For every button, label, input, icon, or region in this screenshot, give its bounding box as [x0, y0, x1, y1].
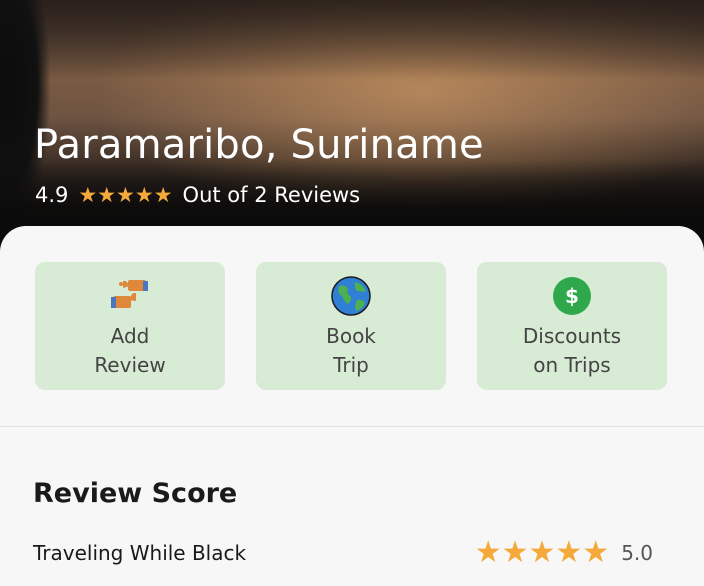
- book-trip-line1: Book: [326, 324, 376, 348]
- score-category-label: Traveling While Black: [33, 541, 247, 565]
- section-divider: [0, 426, 704, 427]
- hero-banner: Paramaribo, Suriname 4.9 ★★★★★ Out of 2 …: [0, 0, 704, 260]
- review-score-row: Traveling While Black ★★★★★ 5.0: [33, 538, 653, 568]
- review-score-title: Review Score: [33, 478, 238, 509]
- thumbs-icon: [110, 276, 150, 316]
- discounts-line2: on Trips: [533, 353, 611, 377]
- book-trip-button[interactable]: Book Trip: [256, 262, 446, 390]
- discounts-button[interactable]: $ Discounts on Trips: [477, 262, 667, 390]
- svg-text:$: $: [565, 284, 579, 308]
- reviews-count: Out of 2 Reviews: [182, 183, 361, 207]
- globe-icon: [331, 276, 371, 316]
- destination-rating: 4.9 ★★★★★ Out of 2 Reviews: [35, 183, 360, 207]
- add-review-line1: Add: [110, 324, 150, 348]
- destination-title: Paramaribo, Suriname: [34, 122, 484, 168]
- add-review-button[interactable]: Add Review: [35, 262, 225, 390]
- score-stars-icon: ★★★★★: [474, 535, 610, 570]
- action-buttons: Add Review Book Trip $ Discounts on Trip…: [35, 262, 667, 390]
- dollar-icon: $: [552, 276, 592, 316]
- add-review-line2: Review: [94, 353, 166, 377]
- score-rating: ★★★★★ 5.0: [475, 538, 653, 568]
- rating-stars-icon: ★★★★★: [78, 182, 173, 207]
- discounts-line1: Discounts: [522, 324, 622, 348]
- rating-value: 4.9: [35, 183, 69, 207]
- hero-sky: [0, 0, 704, 80]
- book-trip-line2: Trip: [333, 353, 369, 377]
- content-sheet: Add Review Book Trip $ Discounts on Trip…: [0, 226, 704, 586]
- score-value: 5.0: [621, 541, 653, 565]
